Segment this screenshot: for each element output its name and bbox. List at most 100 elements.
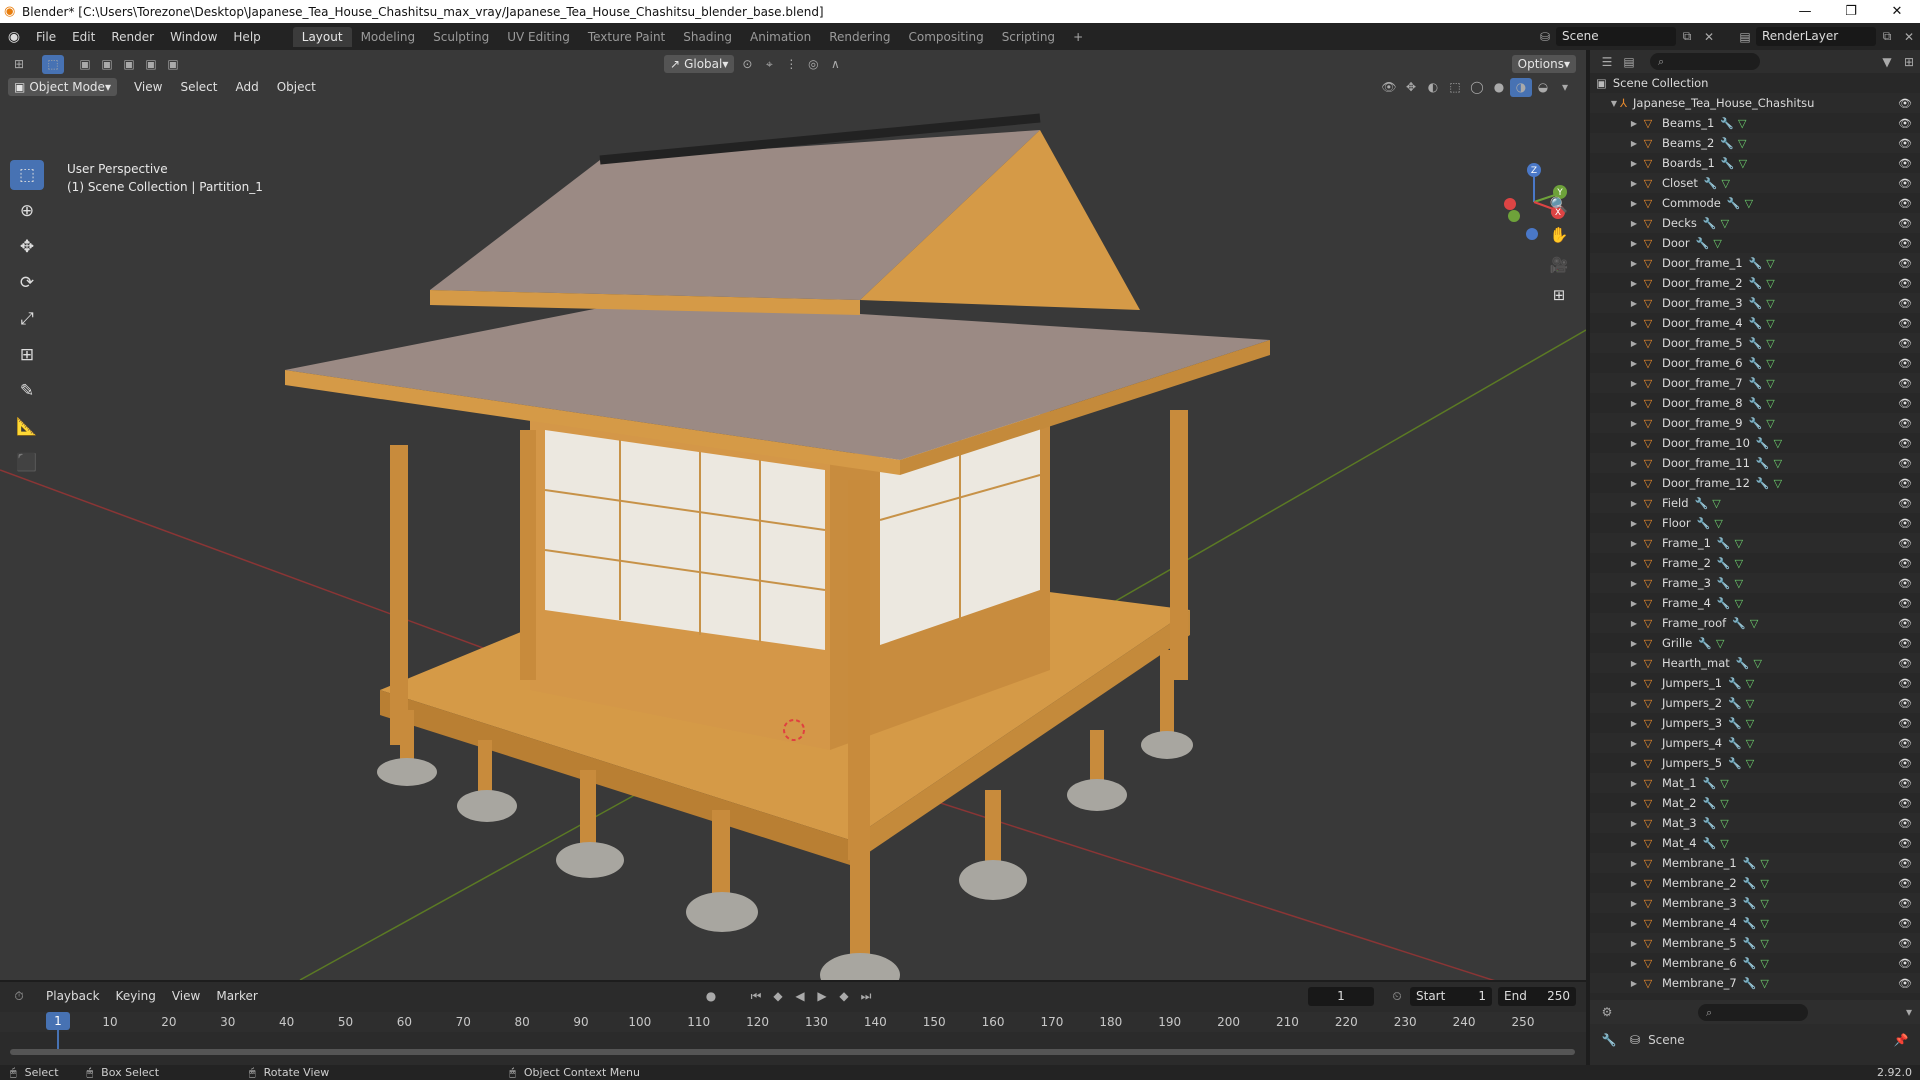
- mesh-data-icon[interactable]: ▽: [1720, 797, 1728, 810]
- mesh-data-icon[interactable]: ▽: [1766, 257, 1774, 270]
- modifier-icon[interactable]: 🔧: [1756, 457, 1770, 470]
- modifier-icon[interactable]: 🔧: [1717, 557, 1731, 570]
- mesh-data-icon[interactable]: ▽: [1766, 417, 1774, 430]
- play-icon[interactable]: ▶: [811, 987, 833, 1006]
- outliner-row-field[interactable]: ▶ ▽ Field 🔧 ▽ 👁: [1590, 493, 1920, 513]
- eye-icon[interactable]: 👁: [1898, 957, 1912, 970]
- blender-menu-icon[interactable]: ◉: [0, 29, 28, 45]
- modifier-icon[interactable]: 🔧: [1717, 597, 1731, 610]
- expand-arrow-icon[interactable]: ▶: [1628, 259, 1640, 268]
- snap-target-icon[interactable]: ⋮: [780, 55, 802, 74]
- mesh-data-icon[interactable]: ▽: [1760, 977, 1768, 990]
- modifier-icon[interactable]: 🔧: [1756, 437, 1770, 450]
- modifier-icon[interactable]: 🔧: [1703, 837, 1717, 850]
- eye-icon[interactable]: 👁: [1898, 457, 1912, 470]
- expand-arrow-icon[interactable]: ▶: [1628, 319, 1640, 328]
- eye-icon[interactable]: 👁: [1898, 197, 1912, 210]
- new-collection-icon[interactable]: ⊞: [1898, 52, 1920, 71]
- expand-arrow-icon[interactable]: ▶: [1628, 279, 1640, 288]
- eye-icon[interactable]: 👁: [1898, 117, 1912, 130]
- playhead-frame[interactable]: 1: [46, 1012, 70, 1030]
- transform-orientation-dropdown[interactable]: ↗ Global ▾: [664, 55, 735, 73]
- eye-icon[interactable]: 👁: [1898, 497, 1912, 510]
- eye-icon[interactable]: 👁: [1898, 157, 1912, 170]
- expand-arrow-icon[interactable]: ▶: [1628, 439, 1640, 448]
- pin-icon[interactable]: 📌: [1890, 1031, 1912, 1050]
- outliner-row-membrane-5[interactable]: ▶ ▽ Membrane_5 🔧 ▽ 👁: [1590, 933, 1920, 953]
- outliner-row-frame-roof[interactable]: ▶ ▽ Frame_roof 🔧 ▽ 👁: [1590, 613, 1920, 633]
- outliner-row-door-frame-2[interactable]: ▶ ▽ Door_frame_2 🔧 ▽ 👁: [1590, 273, 1920, 293]
- clock-icon[interactable]: ⏲: [1386, 987, 1408, 1006]
- expand-arrow-icon[interactable]: ▶: [1628, 179, 1640, 188]
- falloff-icon[interactable]: ∧: [824, 55, 846, 74]
- properties-options-icon[interactable]: ▾: [1898, 1003, 1920, 1022]
- eye-icon[interactable]: 👁: [1898, 897, 1912, 910]
- expand-arrow-icon[interactable]: ▶: [1628, 799, 1640, 808]
- expand-arrow-icon[interactable]: ▶: [1628, 459, 1640, 468]
- expand-arrow-icon[interactable]: ▶: [1628, 619, 1640, 628]
- expand-arrow-icon[interactable]: ▶: [1628, 339, 1640, 348]
- mesh-data-icon[interactable]: ▽: [1750, 617, 1758, 630]
- outliner-row-frame-4[interactable]: ▶ ▽ Frame_4 🔧 ▽ 👁: [1590, 593, 1920, 613]
- eye-icon[interactable]: 👁: [1898, 297, 1912, 310]
- overlay-toggle-icon[interactable]: ◐: [1422, 78, 1444, 97]
- outliner-row-closet[interactable]: ▶ ▽ Closet 🔧 ▽ 👁: [1590, 173, 1920, 193]
- add-workspace-icon[interactable]: +: [1064, 27, 1092, 47]
- mesh-data-icon[interactable]: ▽: [1766, 297, 1774, 310]
- eye-icon[interactable]: 👁: [1898, 917, 1912, 930]
- mesh-data-icon[interactable]: ▽: [1746, 697, 1754, 710]
- expand-arrow-icon[interactable]: ▶: [1628, 859, 1640, 868]
- expand-arrow-icon[interactable]: ▶: [1628, 139, 1640, 148]
- eye-icon[interactable]: 👁: [1898, 237, 1912, 250]
- current-frame-field[interactable]: 1: [1308, 986, 1374, 1006]
- modifier-icon[interactable]: 🔧: [1749, 357, 1763, 370]
- annotate-tool-icon[interactable]: ✎: [10, 376, 44, 406]
- mesh-data-icon[interactable]: ▽: [1766, 337, 1774, 350]
- expand-arrow-icon[interactable]: ▶: [1628, 779, 1640, 788]
- mesh-data-icon[interactable]: ▽: [1766, 377, 1774, 390]
- expand-arrow-icon[interactable]: ▶: [1628, 199, 1640, 208]
- start-frame-field[interactable]: Start 1: [1410, 986, 1492, 1006]
- mesh-data-icon[interactable]: ▽: [1716, 637, 1724, 650]
- tab-modeling[interactable]: Modeling: [352, 27, 425, 47]
- expand-arrow-icon[interactable]: ▶: [1628, 159, 1640, 168]
- pivot-point-icon[interactable]: ⊙: [736, 55, 758, 74]
- move-tool-icon[interactable]: ✥: [10, 232, 44, 262]
- shading-options-icon[interactable]: ▾: [1554, 78, 1576, 97]
- modifier-icon[interactable]: 🔧: [1743, 857, 1757, 870]
- tab-layout[interactable]: Layout: [292, 26, 352, 47]
- close-icon[interactable]: ✕: [1874, 0, 1920, 23]
- mesh-data-icon[interactable]: ▽: [1735, 577, 1743, 590]
- expand-arrow-icon[interactable]: ▶: [1628, 219, 1640, 228]
- expand-arrow-icon[interactable]: ▼: [1608, 99, 1620, 108]
- modifier-icon[interactable]: 🔧: [1728, 737, 1742, 750]
- rendered-shading-icon[interactable]: ◒: [1532, 78, 1554, 97]
- snap-icon[interactable]: ⌖: [758, 55, 780, 74]
- modifier-icon[interactable]: 🔧: [1696, 237, 1710, 250]
- tab-rendering[interactable]: Rendering: [820, 27, 899, 47]
- editor-type-icon[interactable]: ⊞: [8, 55, 30, 74]
- measure-tool-icon[interactable]: 📐: [10, 412, 44, 442]
- outliner-row-door-frame-8[interactable]: ▶ ▽ Door_frame_8 🔧 ▽ 👁: [1590, 393, 1920, 413]
- outliner-row-mat-4[interactable]: ▶ ▽ Mat_4 🔧 ▽ 👁: [1590, 833, 1920, 853]
- expand-arrow-icon[interactable]: ▶: [1628, 919, 1640, 928]
- timeline-menu-keying[interactable]: Keying: [108, 989, 164, 1003]
- outliner-row-boards-1[interactable]: ▶ ▽ Boards_1 🔧 ▽ 👁: [1590, 153, 1920, 173]
- modifier-icon[interactable]: 🔧: [1749, 377, 1763, 390]
- eye-icon[interactable]: 👁: [1898, 597, 1912, 610]
- modifier-icon[interactable]: 🔧: [1732, 617, 1746, 630]
- expand-arrow-icon[interactable]: ▶: [1628, 499, 1640, 508]
- frame-ruler[interactable]: 1102030405060708090100110120130140150160…: [0, 1012, 1586, 1032]
- eye-icon[interactable]: 👁: [1898, 817, 1912, 830]
- outliner-search-input[interactable]: ⌕: [1650, 53, 1760, 70]
- outliner-row-door[interactable]: ▶ ▽ Door 🔧 ▽ 👁: [1590, 233, 1920, 253]
- maximize-icon[interactable]: ❐: [1828, 0, 1874, 23]
- outliner-row-door-frame-10[interactable]: ▶ ▽ Door_frame_10 🔧 ▽ 👁: [1590, 433, 1920, 453]
- modifier-icon[interactable]: 🔧: [1749, 297, 1763, 310]
- tool-tab-icon[interactable]: 🔧: [1598, 1031, 1620, 1050]
- outliner-row-membrane-3[interactable]: ▶ ▽ Membrane_3 🔧 ▽ 👁: [1590, 893, 1920, 913]
- tab-shading[interactable]: Shading: [674, 27, 741, 47]
- eye-icon[interactable]: 👁: [1898, 217, 1912, 230]
- modifier-icon[interactable]: 🔧: [1756, 477, 1770, 490]
- expand-arrow-icon[interactable]: ▶: [1628, 359, 1640, 368]
